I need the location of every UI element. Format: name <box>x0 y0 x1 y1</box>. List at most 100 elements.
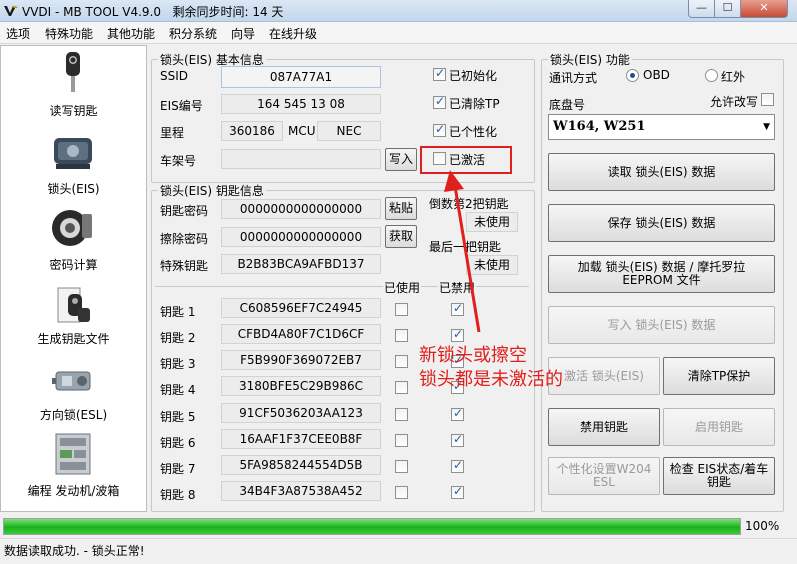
check-eis-status-button[interactable]: 检查 EIS状态/着车钥匙 <box>663 457 775 495</box>
nav-eis[interactable]: 锁头(EIS) <box>1 124 146 198</box>
key-row-label: 钥匙 6 <box>160 436 196 450</box>
personalize-w204-esl-button[interactable]: 个性化设置W204 ESL <box>548 457 660 495</box>
password-calculator-icon <box>52 210 92 246</box>
annotation-arrow-icon <box>444 170 481 333</box>
nav-read-write-key[interactable]: 读写钥匙 <box>1 46 146 122</box>
minimize-button[interactable]: — <box>688 0 715 18</box>
key-disabled-checkbox[interactable] <box>451 484 464 499</box>
eis-no-label: EIS编号 <box>160 99 203 113</box>
nav-label-read-write-key: 读写钥匙 <box>49 104 98 118</box>
nav-label-generate-key-file: 生成钥匙文件 <box>37 332 110 346</box>
key-used-checkbox[interactable] <box>395 381 408 394</box>
close-button[interactable]: ✕ <box>740 0 788 18</box>
key-row-value[interactable]: 16AAF1F37CEE0B8F <box>221 429 381 449</box>
key-row-value[interactable]: CFBD4A80F7C1D6CF <box>221 324 381 344</box>
chevron-down-icon: ▼ <box>763 122 770 132</box>
key-used-checkbox[interactable] <box>395 434 408 447</box>
chassis-select-value: W164, W251 <box>553 119 646 134</box>
write-eis-button[interactable]: 写入 锁头(EIS) 数据 <box>548 306 775 344</box>
steering-lock-icon <box>52 371 91 391</box>
key-row-value[interactable]: F5B990F369072EB7 <box>221 350 381 370</box>
load-eis-file-button[interactable]: 加载 锁头(EIS) 数据 / 摩托罗拉EEPROM 文件 <box>548 255 775 293</box>
eis-module-icon <box>54 138 92 169</box>
enable-key-button[interactable]: 启用钥匙 <box>663 408 775 446</box>
nav-generate-key-file[interactable]: 生成钥匙文件 <box>1 278 146 352</box>
special-key-field[interactable]: B2B83BCA9AFBD137 <box>221 254 381 274</box>
disable-key-button[interactable]: 禁用钥匙 <box>548 408 660 446</box>
nav-label-program-engine-gearbox: 编程 发动机/波箱 <box>27 484 120 498</box>
key-used-checkbox[interactable] <box>395 460 408 473</box>
tp-cleared-checkbox[interactable] <box>433 94 446 109</box>
key-row-label: 钥匙 1 <box>160 305 196 319</box>
infrared-radio[interactable] <box>705 69 718 82</box>
personalized-label: 已个性化 <box>449 125 498 139</box>
title-bar: VVDI - MB TOOL V4.9.0 剩余同步时间: 14 天 <box>0 0 797 22</box>
obd-radio[interactable] <box>626 69 639 82</box>
key-used-checkbox[interactable] <box>395 303 408 316</box>
allow-modify-checkbox[interactable] <box>761 93 774 106</box>
paste-button[interactable]: 粘贴 <box>385 197 417 220</box>
key-used-checkbox[interactable] <box>395 355 408 368</box>
mcu-field[interactable]: NEC <box>317 121 381 141</box>
get-button[interactable]: 获取 <box>385 225 417 248</box>
menu-points-system[interactable]: 积分系统 <box>169 25 217 42</box>
menu-special-functions[interactable]: 特殊功能 <box>45 25 93 42</box>
save-eis-button[interactable]: 保存 锁头(EIS) 数据 <box>548 204 775 242</box>
ssid-field[interactable]: 087A77A1 <box>221 66 381 88</box>
sync-time: 剩余同步时间: 14 天 <box>172 5 284 19</box>
menu-online-update[interactable]: 在线升级 <box>269 25 317 42</box>
key-row-value[interactable]: 91CF5036203AA123 <box>221 403 381 423</box>
chassis-label: 底盘号 <box>549 98 586 112</box>
key-row-value[interactable]: 3180BFE5C29B986C <box>221 376 381 396</box>
maximize-button[interactable]: ☐ <box>714 0 741 18</box>
key-row-value[interactable]: C608596EF7C24945 <box>221 298 381 318</box>
infrared-label: 红外 <box>721 70 746 84</box>
menu-options[interactable]: 选项 <box>6 25 30 42</box>
mileage-field[interactable]: 360186 <box>221 121 283 141</box>
key-row-value[interactable]: 34B4F3A87538A452 <box>221 481 381 501</box>
ssid-label: SSID <box>160 69 189 83</box>
vin-field[interactable] <box>221 149 381 169</box>
nav-label-steering-lock: 方向锁(ESL) <box>39 408 108 422</box>
key-used-checkbox[interactable] <box>395 408 408 421</box>
personalized-checkbox[interactable] <box>433 122 446 137</box>
key-password-field[interactable]: 0000000000000000 <box>221 199 381 219</box>
annotation-line-2: 锁头都是未激活的 <box>419 369 563 390</box>
key-disabled-checkbox[interactable] <box>451 458 464 473</box>
app-logo-icon <box>4 6 18 16</box>
nav-password-calc[interactable]: 密码计算 <box>1 202 146 276</box>
key-password-label: 钥匙密码 <box>160 204 209 218</box>
key-row-label: 钥匙 7 <box>160 462 196 476</box>
key-used-checkbox[interactable] <box>395 486 408 499</box>
read-eis-button[interactable]: 读取 锁头(EIS) 数据 <box>548 153 775 191</box>
eis-no-field[interactable]: 164 545 13 08 <box>221 94 381 114</box>
chassis-select[interactable]: W164, W251 ▼ <box>548 114 775 140</box>
left-nav: 读写钥匙 锁头(EIS) 密码计算 生成钥匙文件 方向锁(ESL) 编程 发动机… <box>0 45 147 512</box>
write-vin-button[interactable]: 写入 <box>385 148 417 171</box>
key-row-value[interactable]: 5FA9858244554D5B <box>221 455 381 475</box>
key-used-checkbox[interactable] <box>395 329 408 342</box>
progress-bar <box>3 518 741 535</box>
progress-fill <box>4 519 740 534</box>
nav-steering-lock[interactable]: 方向锁(ESL) <box>1 354 146 428</box>
annotation-line-1: 新锁头或擦空 <box>419 345 527 366</box>
menu-wizard[interactable]: 向导 <box>231 25 255 42</box>
obd-label: OBD <box>643 68 670 82</box>
key-row-label: 钥匙 4 <box>160 383 196 397</box>
menu-other-functions[interactable]: 其他功能 <box>107 25 155 42</box>
key-disabled-checkbox[interactable] <box>451 406 464 421</box>
activate-eis-button[interactable]: 激活 锁头(EIS) <box>548 357 660 395</box>
key-row-label: 钥匙 3 <box>160 357 196 371</box>
initialized-checkbox[interactable] <box>433 66 446 81</box>
clear-tp-button[interactable]: 清除TP保护 <box>663 357 775 395</box>
key-disabled-checkbox[interactable] <box>451 432 464 447</box>
initialized-label: 已初始化 <box>449 69 498 83</box>
key-row-label: 钥匙 2 <box>160 331 196 345</box>
nav-program-engine-gearbox[interactable]: 编程 发动机/波箱 <box>1 430 146 510</box>
erase-password-label: 擦除密码 <box>160 232 209 246</box>
erase-password-field[interactable]: 0000000000000000 <box>221 227 381 247</box>
eis-function-legend: 锁头(EIS) 功能 <box>550 53 630 67</box>
nav-label-eis: 锁头(EIS) <box>47 182 100 196</box>
vin-label: 车架号 <box>160 154 197 168</box>
eis-key-info-legend: 锁头(EIS) 钥匙信息 <box>160 184 264 198</box>
